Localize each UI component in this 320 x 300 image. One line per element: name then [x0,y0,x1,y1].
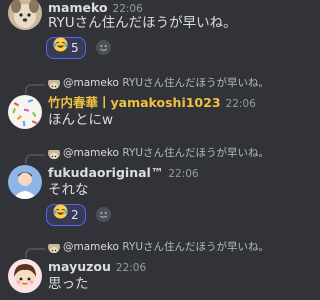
author-name[interactable]: mayuzou [48,259,111,274]
message-yamakoshi: @mameko RYUさん住んだほうが早いね。 竹内春華丨yamakoshi10… [0,76,300,138]
reply-snippet: RYUさん住んだほうが早いね。 [122,241,270,253]
author-name[interactable]: mameko [48,0,108,15]
reply-spine [25,248,45,258]
message-mayuzou: @mameko RYUさん住んだほうが早いね。 mayuzou 22:06 思った [0,240,300,300]
reply-text-line: @mameko RYUさん住んだほうが早いね。 [63,76,269,90]
message-mameko: mameko 22:06 RYUさん住んだほうが早いね。 5 [0,0,300,62]
reply-preview[interactable]: @mameko RYUさん住んだほうが早いね。 [0,146,300,164]
chat-message-list: mameko 22:06 RYUさん住んだほうが早いね。 5 @mameko R… [0,0,300,300]
message-header: 竹内春華丨yamakoshi1023 22:06 [48,95,256,112]
message-fukudaoriginal: @mameko RYUさん住んだほうが早いね。 fukudaoriginal™ 2… [0,146,300,230]
message-text: ほんとにw [48,112,114,128]
reaction-count: 2 [71,208,79,222]
laughing-tears-emoji-icon [53,204,68,225]
reply-snippet: RYUさん住んだほうが早いね。 [122,147,270,159]
message-text: 思った [48,276,89,292]
person-avatar-icon[interactable] [8,165,42,199]
laughing-tears-emoji-icon [53,37,68,58]
dog-avatar-icon[interactable] [8,0,42,30]
reply-text-line: @mameko RYUさん住んだほうが早いね。 [63,146,269,160]
reaction-laughing-tears[interactable]: 2 [46,204,86,226]
reply-preview[interactable]: @mameko RYUさん住んだほうが早いね。 [0,240,300,258]
timestamp: 22:06 [168,168,199,180]
girl-avatar-icon[interactable] [8,259,42,293]
reply-text-line: @mameko RYUさん住んだほうが早いね。 [63,240,269,254]
reaction-count: 5 [71,41,79,55]
message-text: RYUさん住んだほうが早いね。 [48,15,237,31]
timestamp: 22:06 [115,262,147,274]
message-header: mayuzou 22:06 [48,259,146,276]
timestamp: 22:06 [225,98,256,110]
author-name[interactable]: 竹内春華丨yamakoshi1023 [48,95,221,110]
message-header: fukudaoriginal™ 22:06 [48,165,199,182]
reaction-bar: 2 [46,204,111,228]
timestamp: 22:06 [112,3,143,15]
reply-spine [25,154,45,164]
reply-dog-avatar-icon [48,77,60,89]
reply-snippet: RYUさん住んだほうが早いね。 [122,77,270,89]
add-reaction-icon[interactable] [95,207,111,222]
reply-spine [25,84,45,94]
author-name[interactable]: fukudaoriginal™ [48,165,163,180]
reply-author: @mameko [63,147,119,159]
reply-dog-avatar-icon [48,147,60,159]
sprinkle-donut-avatar-icon[interactable] [8,95,42,129]
reaction-laughing-tears[interactable]: 5 [46,37,86,59]
reply-author: @mameko [63,241,119,253]
add-reaction-icon[interactable] [95,40,111,55]
message-text: それな [48,182,89,198]
reaction-bar: 5 [46,37,111,61]
reply-preview[interactable]: @mameko RYUさん住んだほうが早いね。 [0,76,300,94]
reply-dog-avatar-icon [48,241,60,253]
reply-author: @mameko [63,77,119,89]
